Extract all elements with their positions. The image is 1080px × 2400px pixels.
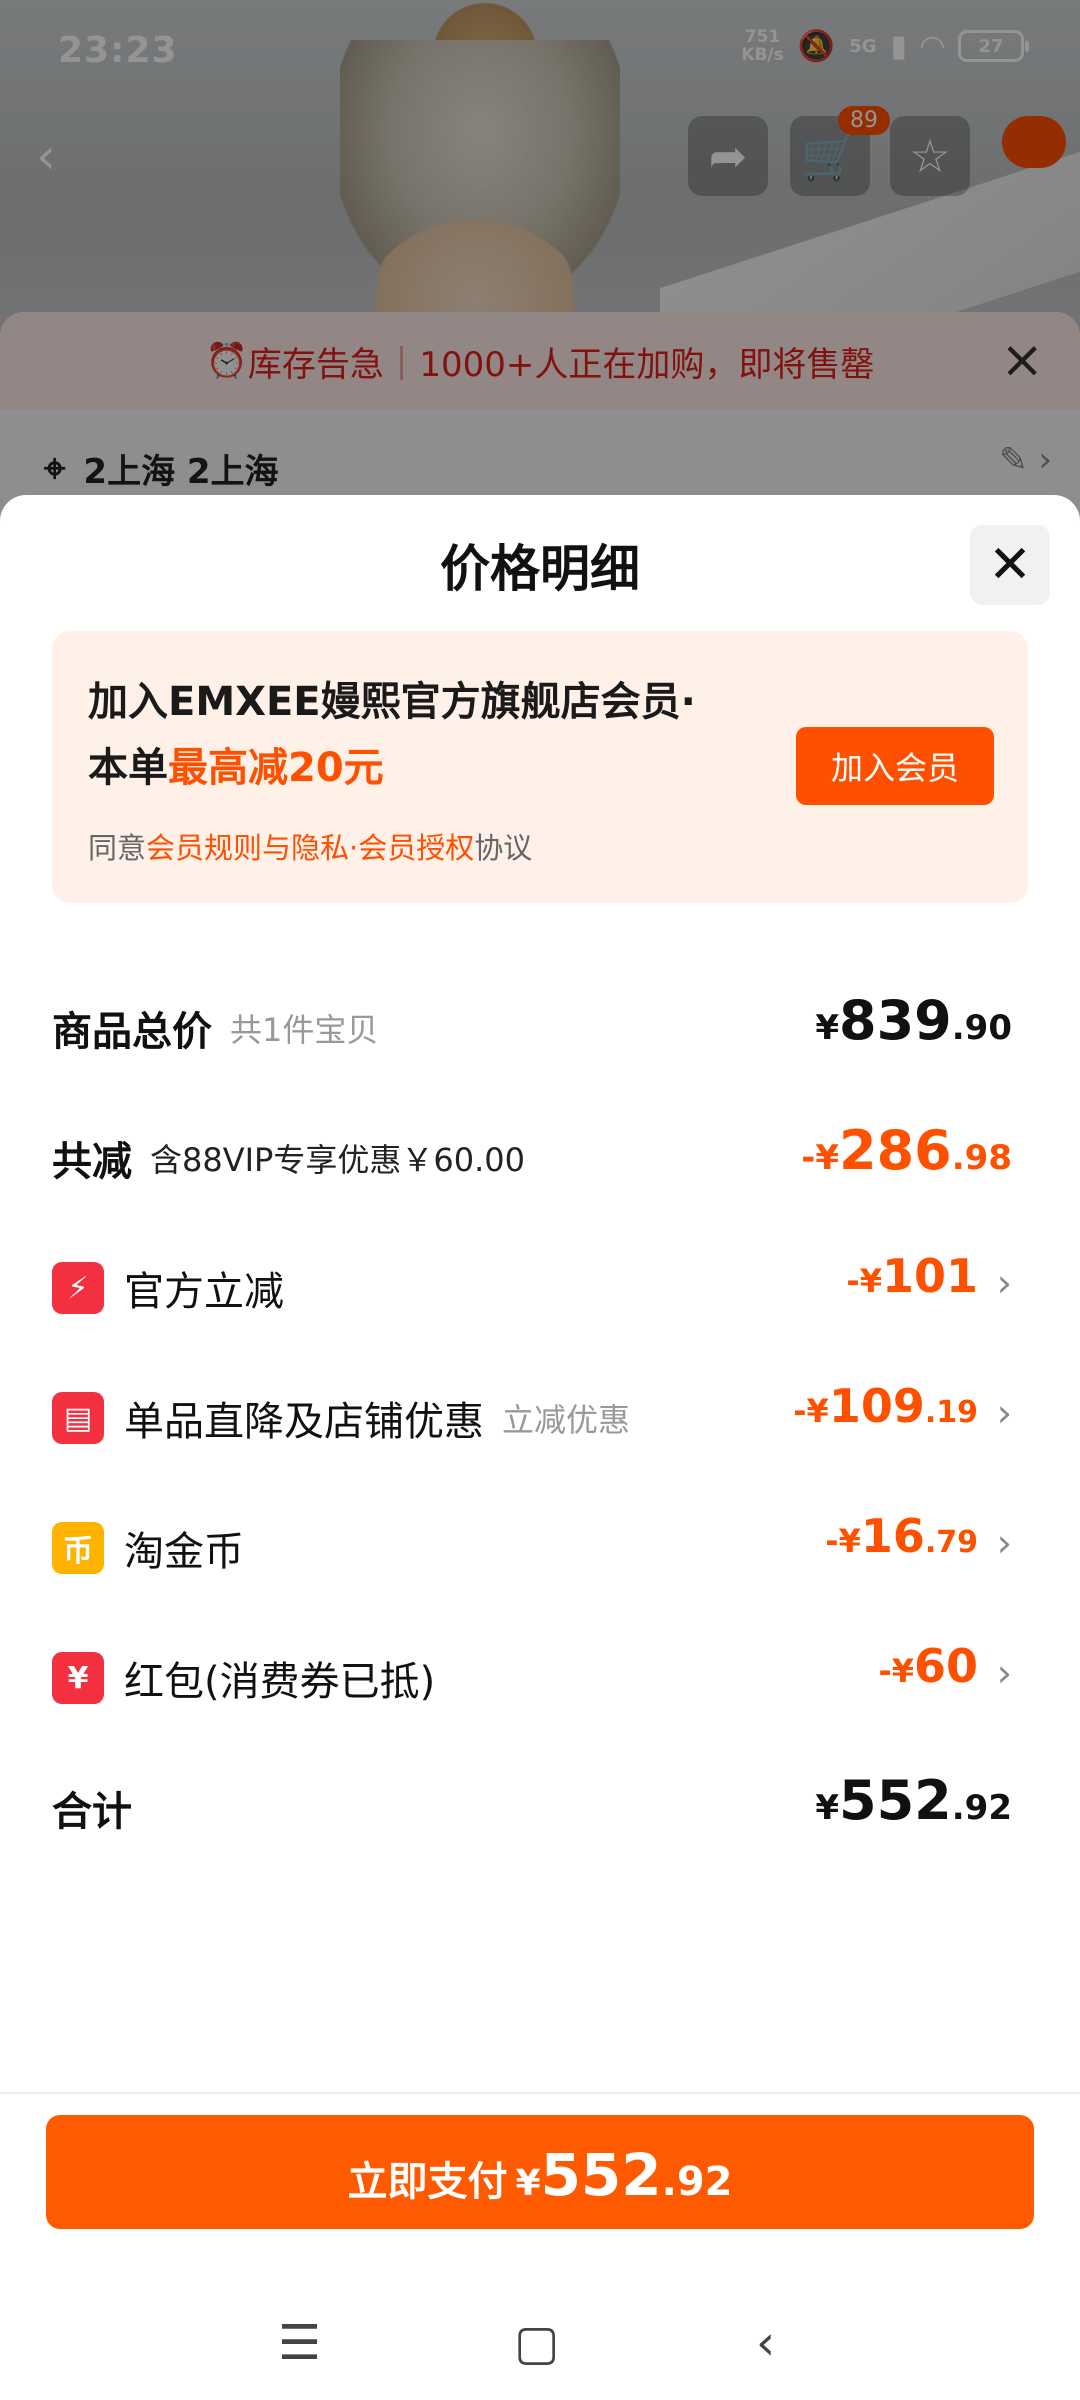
detail-amount: -¥ 109.19 — [793, 1379, 978, 1433]
detail-text: 淘金币 — [124, 1529, 244, 1575]
currency: -¥ — [825, 1522, 861, 1560]
amount-int: 101 — [881, 1249, 978, 1303]
agreement-link[interactable]: 会员规则与隐私·会员授权 — [146, 831, 474, 865]
currency: ¥ — [515, 2163, 541, 2204]
lightning-icon: ⚡ — [52, 1262, 104, 1314]
detail-row-coin[interactable]: 币 淘金币 -¥ 16.79 › — [52, 1505, 1012, 1585]
amount-dec: .92 — [661, 2159, 733, 2205]
vip-discount-note: 含88VIP专享优惠￥60.00 — [150, 1141, 525, 1179]
detail-amount: -¥ 16.79 — [825, 1509, 978, 1563]
currency: -¥ — [878, 1652, 914, 1690]
currency: -¥ — [793, 1392, 829, 1430]
modal-title: 价格明细 — [440, 540, 640, 598]
amount-int: 109 — [828, 1379, 925, 1433]
amount-dec: .92 — [951, 1788, 1012, 1828]
close-icon[interactable]: ✕ — [970, 525, 1050, 605]
member-promo-line1: 加入EMXEE嫚熙官方旗舰店会员· — [88, 679, 696, 725]
detail-row-official[interactable]: ⚡ 官方立减 -¥ 101 › — [52, 1245, 1012, 1325]
system-nav-bar: ☰ ▢ ‹ — [0, 2295, 1080, 2400]
detail-label: ¥ 红包(消费券已抵) — [52, 1649, 435, 1707]
pay-now-button[interactable]: 立即支付 ¥552.92 — [46, 2115, 1034, 2229]
member-agreement: 同意会员规则与隐私·会员授权协议 — [88, 825, 532, 867]
chevron-right-icon: › — [996, 1261, 1012, 1305]
detail-amount: -¥ 101 — [846, 1249, 978, 1303]
total-reduction-row: 共减 含88VIP专享优惠￥60.00 -¥ 286.98 — [52, 1115, 1012, 1195]
price-detail-sheet: 价格明细 ✕ 加入EMXEE嫚熙官方旗舰店会员· 本单最高减20元 同意会员规则… — [0, 495, 1080, 2400]
chevron-right-icon: › — [996, 1391, 1012, 1435]
agreement-prefix: 同意 — [88, 831, 147, 865]
home-icon[interactable]: ▢ — [514, 2315, 559, 2371]
chevron-right-icon: › — [996, 1651, 1012, 1695]
goods-total-amount: ¥839.90 — [815, 989, 1012, 1052]
chevron-right-icon: › — [996, 1521, 1012, 1565]
red-packet-icon: ¥ — [52, 1652, 104, 1704]
member-promo-card: 加入EMXEE嫚熙官方旗舰店会员· 本单最高减20元 同意会员规则与隐私·会员授… — [52, 631, 1028, 903]
amount-dec: .98 — [951, 1138, 1012, 1178]
detail-row-shop[interactable]: ▤ 单品直降及店铺优惠 立减优惠 -¥ 109.19 › — [52, 1375, 1012, 1455]
amount-dec: .79 — [924, 1525, 978, 1560]
amount-dec: .19 — [924, 1395, 978, 1430]
amount-int: 286 — [839, 1119, 952, 1182]
detail-text: 单品直降及店铺优惠 — [124, 1399, 484, 1445]
goods-count: 共1件宝贝 — [230, 1011, 379, 1049]
detail-label: ▤ 单品直降及店铺优惠 立减优惠 — [52, 1389, 630, 1447]
detail-label: 币 淘金币 — [52, 1519, 244, 1577]
total-reduction-text: 共减 — [52, 1139, 132, 1185]
detail-text: 官方立减 — [124, 1269, 284, 1315]
member-promo-prefix: 本单 — [88, 745, 168, 791]
detail-text: 红包(消费券已抵) — [124, 1659, 436, 1705]
detail-amount: -¥ 60 — [878, 1639, 978, 1693]
sum-label: 合计 — [52, 1789, 132, 1835]
agreement-suffix: 协议 — [474, 831, 533, 865]
join-member-button[interactable]: 加入会员 — [796, 727, 994, 805]
menu-icon[interactable]: ☰ — [278, 2315, 321, 2371]
shop-icon: ▤ — [52, 1392, 104, 1444]
currency: -¥ — [801, 1138, 840, 1178]
currency: ¥ — [815, 1788, 840, 1828]
goods-total-text: 商品总价 — [52, 1009, 212, 1055]
coin-icon: 币 — [52, 1522, 104, 1574]
total-reduction-label: 共减 含88VIP专享优惠￥60.00 — [52, 1129, 525, 1187]
amount-int: 60 — [913, 1639, 978, 1693]
goods-total-row: 商品总价 共1件宝贝 ¥839.90 — [52, 985, 1012, 1065]
member-promo-line2: 本单最高减20元 — [88, 735, 384, 793]
currency: -¥ — [846, 1262, 882, 1300]
divider — [0, 2092, 1080, 2094]
pay-label: 立即支付 — [347, 2159, 508, 2205]
detail-label: ⚡ 官方立减 — [52, 1259, 284, 1317]
sum-row: 合计 ¥552.92 — [52, 1765, 1012, 1845]
detail-row-redpacket[interactable]: ¥ 红包(消费券已抵) -¥ 60 › — [52, 1635, 1012, 1715]
member-promo-highlight: 最高减20元 — [168, 745, 384, 791]
detail-sub: 立减优惠 — [502, 1401, 631, 1439]
amount-int: 552 — [839, 1769, 952, 1832]
currency: ¥ — [815, 1008, 840, 1048]
amount-int: 552 — [540, 2141, 662, 2209]
back-icon[interactable]: ‹ — [756, 2315, 775, 2371]
amount-int: 16 — [860, 1509, 925, 1563]
goods-total-label: 商品总价 共1件宝贝 — [52, 999, 378, 1057]
total-reduction-amount: -¥ 286.98 — [801, 1119, 1012, 1182]
sum-amount: ¥552.92 — [815, 1769, 1012, 1832]
amount-int: 839 — [839, 989, 952, 1052]
amount-dec: .90 — [951, 1008, 1012, 1048]
